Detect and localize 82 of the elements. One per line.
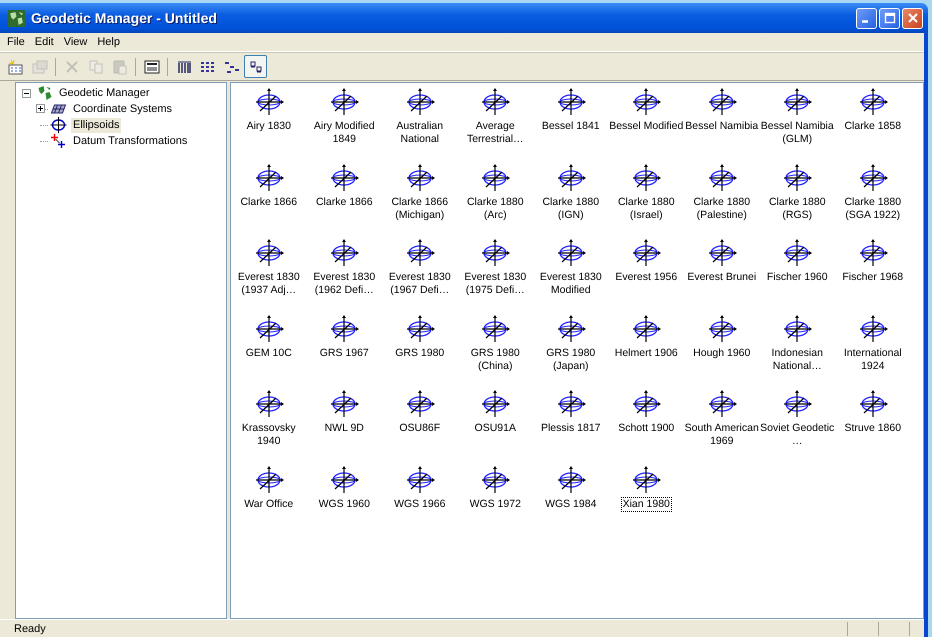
- minimize-button[interactable]: [856, 8, 877, 28]
- ellipsoid-label[interactable]: Everest 1830 (1975 Defi…: [456, 270, 534, 298]
- ellipsoid-label[interactable]: Bessel Namibia: [683, 119, 760, 134]
- ellipsoid-label[interactable]: Clarke 1858: [834, 119, 912, 134]
- ellipsoid-label[interactable]: Airy Modified 1849: [306, 119, 383, 147]
- columns-icon: [176, 58, 192, 74]
- tree-item[interactable]: Datum Transformations: [71, 134, 190, 148]
- ellipsoid-label[interactable]: Bessel 1841: [532, 119, 610, 134]
- ellipsoid-label[interactable]: GEM 10C: [230, 346, 308, 360]
- ellipsoid-label[interactable]: Clarke 1880 (RGS): [758, 194, 836, 222]
- ellipsoid-label[interactable]: GRS 1980 (Japan): [532, 346, 610, 374]
- ellipsoid-label[interactable]: Schott 1900: [608, 421, 685, 436]
- calculator-icon: [144, 58, 160, 74]
- ellipsoid-label[interactable]: OSU91A: [456, 421, 534, 436]
- transform-icon: [50, 133, 67, 149]
- ellipsoid-label[interactable]: Everest 1830 Modified: [532, 270, 610, 298]
- ellipsoid-label[interactable]: WGS 1966: [381, 496, 458, 512]
- ellipsoid-label[interactable]: Soviet Geodetic …: [758, 421, 836, 449]
- ellipsoid-label[interactable]: Clarke 1880 (Palestine): [683, 194, 760, 222]
- ellipsoid-label[interactable]: Indonesian National…: [758, 346, 836, 374]
- ellipsoid-label[interactable]: Clarke 1880 (Israel): [608, 194, 685, 222]
- minimize-icon: [862, 20, 868, 22]
- expander-icon[interactable]: [36, 104, 45, 113]
- ellipsoid-label[interactable]: Bessel Namibia (GLM): [758, 119, 836, 147]
- ellipsoid-label[interactable]: WGS 1984: [532, 496, 610, 512]
- ellipsoid-label[interactable]: WGS 1960: [306, 496, 383, 512]
- globe-icon: [8, 10, 25, 26]
- ellipsoid-label[interactable]: Everest 1830 (1967 Defi…: [381, 270, 458, 298]
- menu-item[interactable]: View: [58, 36, 92, 48]
- ellipsoid-label[interactable]: Plessis 1817: [532, 421, 610, 436]
- ellipsoid-label[interactable]: War Office: [230, 496, 308, 512]
- close-button[interactable]: [902, 8, 923, 28]
- menu-item[interactable]: Help: [92, 36, 125, 48]
- menu-item[interactable]: File: [2, 36, 30, 48]
- ellipsoid-label[interactable]: Clarke 1866: [230, 194, 308, 210]
- ellipsoid-label[interactable]: Clarke 1880 (Arc): [456, 194, 534, 222]
- ellipsoid-label[interactable]: OSU86F: [381, 421, 458, 436]
- tree-item[interactable]: Ellipsoids: [71, 118, 122, 132]
- ellipsoid-label[interactable]: Airy 1830: [230, 119, 308, 134]
- globe-icon: [36, 85, 53, 101]
- ellipsoid-label[interactable]: Australian National: [381, 119, 458, 147]
- ellipsoid-label[interactable]: GRS 1980 (China): [456, 346, 534, 374]
- ellipsoid-label[interactable]: Everest 1830 (1962 Defi…: [306, 270, 383, 298]
- ellipsoid-label[interactable]: Fischer 1960: [758, 270, 836, 285]
- ellipsoid-label[interactable]: Clarke 1880 (SGA 1922): [834, 194, 912, 222]
- ellipsoid-label[interactable]: Fischer 1968: [834, 270, 912, 285]
- ellipsoid-label[interactable]: Hough 1960: [683, 346, 760, 360]
- maximize-icon: [884, 12, 896, 24]
- ellipsoid-label[interactable]: Xian 1980: [620, 496, 672, 512]
- ellipsoid-label[interactable]: South American 1969: [683, 421, 760, 449]
- ellipsoid-label[interactable]: Everest 1956: [608, 270, 685, 285]
- expander-icon[interactable]: [22, 88, 31, 98]
- paste-icon: [112, 58, 128, 74]
- ellipsoid-label[interactable]: GRS 1980: [381, 346, 458, 360]
- window-title: Geodetic Manager - Untitled: [31, 10, 218, 26]
- new-item-icon: [8, 58, 24, 74]
- maximize-button[interactable]: [879, 8, 900, 28]
- ellipsoid-label[interactable]: Clarke 1866 (Michigan): [381, 194, 458, 222]
- ellipsoid-label[interactable]: Clarke 1880 (IGN): [532, 194, 610, 222]
- copy-icon: [88, 58, 104, 74]
- tree-item[interactable]: Coordinate Systems: [71, 102, 174, 116]
- status-text: Ready: [13, 622, 47, 634]
- ellipsoid-label[interactable]: Helmert 1906: [608, 346, 685, 360]
- ellipsoid-label[interactable]: GRS 1967: [306, 346, 383, 360]
- ellipsoid-label[interactable]: WGS 1972: [456, 496, 534, 512]
- ellipsoid-label[interactable]: Clarke 1866: [306, 194, 383, 210]
- ellipsoid-label[interactable]: Krassovsky 1940: [230, 421, 308, 449]
- ellipsoid-label[interactable]: Everest 1830 (1937 Adj…: [230, 270, 308, 298]
- ellipsoid-label[interactable]: International 1924: [834, 346, 912, 374]
- ellipsoid-label[interactable]: Bessel Modified: [608, 119, 685, 134]
- crosshair-icon: [50, 117, 67, 133]
- icons-view-icon: [248, 58, 264, 74]
- close-icon: [906, 12, 918, 24]
- tree-item[interactable]: Geodetic Manager: [57, 86, 152, 100]
- properties-icon: [32, 58, 48, 74]
- ellipsoid-label[interactable]: NWL 9D: [306, 421, 383, 436]
- ellipsoid-label[interactable]: Everest Brunei: [683, 270, 760, 285]
- menu-item[interactable]: Edit: [30, 36, 59, 48]
- small-icons-button[interactable]: [244, 55, 267, 78]
- ellipsoid-label[interactable]: Struve 1860: [834, 421, 912, 436]
- ellipsoid-label[interactable]: Average Terrestrial…: [456, 119, 534, 147]
- delete-icon: [64, 58, 80, 74]
